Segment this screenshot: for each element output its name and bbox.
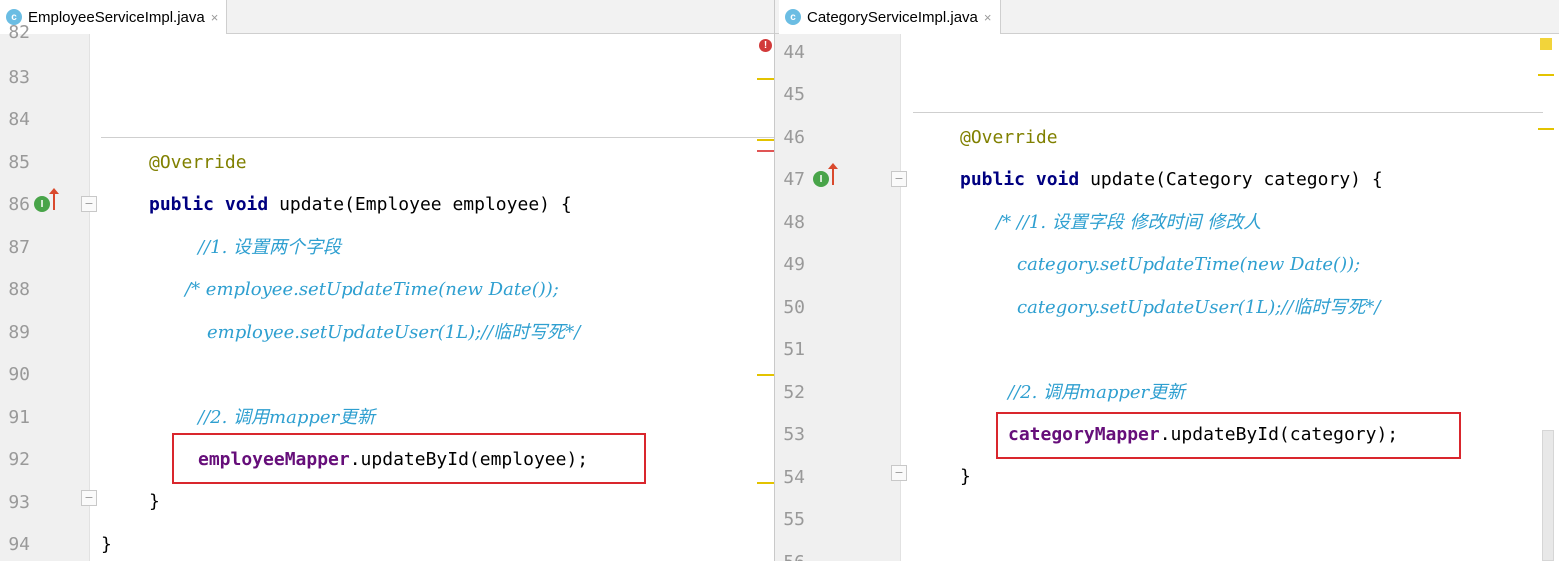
line-number: 46 [783, 127, 805, 148]
fold-collapse-icon[interactable]: − [891, 171, 907, 187]
left-editor-pane: c EmployeeServiceImpl.java × 82 83 84 85… [0, 0, 774, 561]
code-line: @Override [960, 127, 1058, 149]
warning-stripe[interactable] [757, 374, 774, 376]
warning-stripe[interactable] [757, 78, 774, 80]
line-number: 89 [8, 322, 30, 343]
line-number: 45 [783, 84, 805, 105]
line-number: 91 [8, 407, 30, 428]
line-number: 83 [8, 67, 30, 88]
close-icon[interactable]: × [211, 10, 219, 25]
line-number: 56 [775, 552, 805, 561]
vertical-scrollbar[interactable] [1542, 430, 1554, 561]
code-line: public void update(Category category) { [960, 169, 1383, 191]
warning-stripe[interactable] [1538, 128, 1554, 130]
method-separator [101, 137, 774, 138]
warning-stripe[interactable] [1538, 74, 1554, 76]
keyword: public [149, 194, 215, 215]
line-number-gutter: 44 45 46 47 48 49 50 51 52 53 54 55 56 I… [775, 34, 907, 561]
code-line: } [960, 466, 971, 487]
line-number: 55 [783, 509, 805, 530]
line-number: 86 [8, 194, 30, 215]
left-tab-bar: c EmployeeServiceImpl.java × [0, 0, 774, 34]
error-stripe[interactable] [757, 150, 774, 152]
right-editor-pane: c CategoryServiceImpl.java × 44 45 46 47… [775, 0, 1559, 561]
line-number: 84 [8, 109, 30, 130]
line-number: 48 [783, 212, 805, 233]
tab-title: CategoryServiceImpl.java [807, 8, 978, 26]
fold-collapse-icon[interactable]: − [81, 196, 97, 212]
keyword: public [960, 169, 1026, 190]
up-arrow-icon [49, 188, 59, 210]
line-number: 54 [783, 467, 805, 488]
comment-line: category.setUpdateTime(new Date()); [1017, 254, 1361, 275]
annotation: @Override [149, 152, 247, 173]
comment-line: employee.setUpdateUser(1L);//临时写死*/ [207, 322, 581, 343]
error-icon[interactable]: ! [759, 39, 772, 52]
comment-line: //2. 调用mapper更新 [198, 407, 376, 428]
implements-method-icon[interactable]: I [813, 171, 829, 187]
fold-collapse-icon[interactable]: − [81, 490, 97, 506]
up-arrow-icon [828, 163, 838, 185]
keyword: void [1035, 169, 1080, 190]
comment-line: category.setUpdateUser(1L);//临时写死*/ [1017, 297, 1381, 318]
tab-employee-service-impl[interactable]: c EmployeeServiceImpl.java × [0, 0, 228, 34]
method-separator [913, 112, 1543, 113]
line-number: 94 [8, 534, 30, 555]
fold-collapse-icon[interactable]: − [891, 465, 907, 481]
warning-stripe[interactable] [757, 482, 774, 484]
code-line: } [149, 491, 160, 512]
comment-line: //2. 调用mapper更新 [1008, 382, 1186, 403]
annotation: @Override [960, 127, 1058, 148]
comment-line: /* //1. 设置字段 修改时间 修改人 [996, 212, 1262, 233]
line-number: 49 [783, 254, 805, 275]
line-number: 92 [8, 449, 30, 470]
close-icon[interactable]: × [984, 10, 992, 25]
comment-line: /* employee.setUpdateTime(new Date()); [185, 279, 559, 300]
right-tab-bar: c CategoryServiceImpl.java × [775, 0, 1559, 34]
method-signature: update(Employee employee) { [268, 194, 572, 215]
line-number: 82 [8, 22, 30, 43]
line-number: 90 [8, 364, 30, 385]
warning-stripe[interactable] [757, 139, 774, 141]
code-line: } [101, 534, 112, 555]
line-number: 51 [783, 339, 805, 360]
tab-category-service-impl[interactable]: c CategoryServiceImpl.java × [779, 0, 1001, 34]
code-line: public void update(Employee employee) { [149, 194, 572, 216]
method-signature: update(Category category) { [1079, 169, 1383, 190]
highlight-box [996, 412, 1461, 459]
code-line: @Override [149, 152, 247, 174]
warning-marker[interactable] [1540, 38, 1552, 50]
tab-title: EmployeeServiceImpl.java [28, 8, 205, 26]
implements-method-icon[interactable]: I [34, 196, 50, 212]
line-number: 93 [8, 492, 30, 513]
comment-line: //1. 设置两个字段 [198, 237, 342, 258]
line-number: 50 [783, 297, 805, 318]
line-number-gutter: 82 83 84 85 86 87 88 89 90 91 92 93 94 I… [0, 22, 97, 561]
line-number: 44 [783, 42, 805, 63]
line-number: 53 [783, 424, 805, 445]
line-number: 87 [8, 237, 30, 258]
line-number: 47 [783, 169, 805, 190]
highlight-box [172, 433, 646, 484]
keyword: void [224, 194, 269, 215]
class-file-icon: c [785, 9, 801, 25]
line-number: 52 [783, 382, 805, 403]
line-number: 85 [8, 152, 30, 173]
line-number: 88 [8, 279, 30, 300]
